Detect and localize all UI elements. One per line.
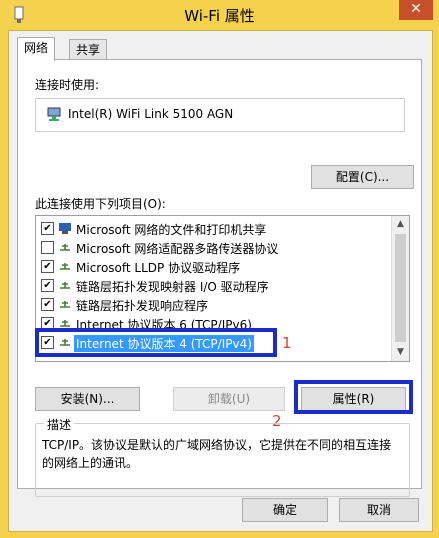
checkbox[interactable] [41,241,54,254]
tab-sharing[interactable]: 共享 [69,39,108,60]
properties-window: Wi-Fi 属性 ✕ 网络 共享 连接时使用: Intel(R) WiFi Li… [0,0,439,538]
description-title: 描述 [44,416,75,433]
item-label: 链路层拓扑发现映射器 I/O 驱动程序 [76,280,269,294]
window-title: Wi-Fi 属性 [184,7,255,25]
item-label: Microsoft 网络适配器多路传送器协议 [76,242,279,256]
adapter-name: Intel(R) WiFi Link 5100 AGN [68,107,234,121]
annotation-1: 1 [282,334,292,352]
items-label: 此连接使用下列项目(O): [35,197,166,211]
item-label: Microsoft 网络的文件和打印机共享 [76,223,267,237]
close-button[interactable]: ✕ [399,0,433,20]
cancel-button[interactable]: 取消 [339,498,419,522]
list-item[interactable]: Microsoft 网络适配器多路传送器协议 [36,238,391,257]
list-item[interactable]: ✔ 链路层拓扑发现响应程序 [36,295,391,314]
description-text: TCP/IP。该协议是默认的广域网络协议，它提供在不同的相互连接的网络上的通讯。 [42,438,392,470]
highlight-box-ipv4 [35,328,277,357]
protocol-icon [60,244,70,251]
ok-button[interactable]: 确定 [242,498,328,522]
networking-panel: 连接时使用: Intel(R) WiFi Link 5100 AGN 配置(C)… [17,59,422,497]
list-item[interactable]: ✔ Microsoft LLDP 协议驱动程序 [36,257,391,276]
install-button[interactable]: 安装(N)... [35,387,140,411]
adapter-field: Intel(R) WiFi Link 5100 AGN [35,98,405,132]
checkbox[interactable]: ✔ [41,260,54,273]
connect-using-label: 连接时使用: [35,78,100,92]
checkbox[interactable]: ✔ [41,222,54,235]
uninstall-button[interactable]: 卸载(U) [173,387,285,411]
scroll-up-icon[interactable]: ▲ [392,216,409,233]
checkbox[interactable]: ✔ [41,279,54,292]
scroll-down-icon[interactable]: ▼ [392,344,409,361]
list-item[interactable]: ✔ 链路层拓扑发现映射器 I/O 驱动程序 [36,276,391,295]
item-label: 链路层拓扑发现响应程序 [76,299,209,313]
item-label: Microsoft LLDP 协议驱动程序 [76,261,241,275]
highlight-box-properties [294,380,413,414]
list-scrollbar[interactable]: ▲ ▼ [391,216,409,361]
scroll-thumb[interactable] [395,234,406,342]
list-item[interactable]: ✔ Microsoft 网络的文件和打印机共享 [36,219,391,238]
protocol-icon [60,301,70,308]
title-bar[interactable]: Wi-Fi 属性 ✕ [0,0,439,30]
tab-networking[interactable]: 网络 [17,37,56,61]
network-share-icon [59,223,71,234]
checkbox[interactable]: ✔ [41,298,54,311]
dialog-body: 网络 共享 连接时使用: Intel(R) WiFi Link 5100 AGN… [8,30,433,532]
protocol-icon [60,263,70,270]
configure-button[interactable]: 配置(C)... [311,165,414,189]
network-adapter-icon [47,107,61,121]
protocol-icon [60,282,70,289]
